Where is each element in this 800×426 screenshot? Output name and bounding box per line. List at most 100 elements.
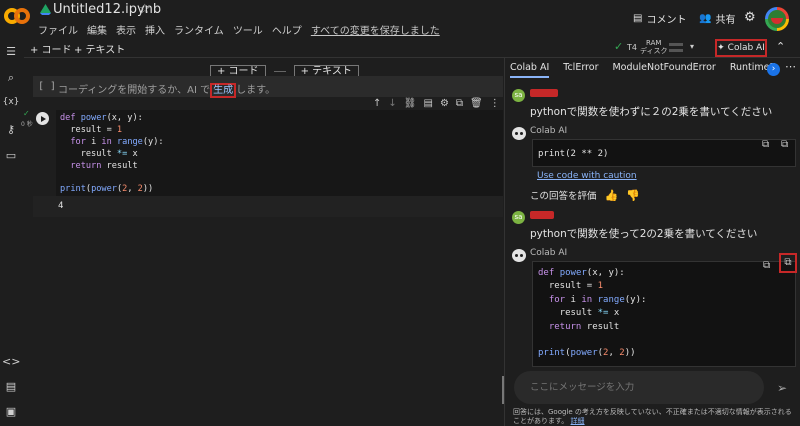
- code-line: return result: [70, 160, 138, 171]
- move-up-icon[interactable]: ↑: [373, 98, 381, 109]
- add-text-button[interactable]: + テキスト: [74, 41, 125, 56]
- star-icon[interactable]: ☆: [139, 2, 151, 17]
- hint-text: コーディングを開始するか、AI で: [58, 85, 211, 96]
- menu-help[interactable]: ヘルプ: [272, 22, 302, 37]
- insert-cell-icon[interactable]: ⧉: [781, 139, 788, 150]
- tab-tclerror[interactable]: TclError: [563, 62, 598, 78]
- search-icon[interactable]: ⌕: [2, 71, 20, 87]
- chevron-up-icon[interactable]: ⌃: [776, 40, 785, 53]
- cell-toolbar: ↑ ↓ ⛓ ▤ ⚙ ⧉ 🗑 ⋮: [373, 98, 500, 109]
- tabs-next-icon[interactable]: ›: [767, 63, 780, 76]
- share-label: 共有: [715, 15, 736, 26]
- menu-insert[interactable]: 挿入: [145, 22, 165, 37]
- more-vert-icon[interactable]: ⋮: [490, 98, 500, 109]
- code-text[interactable]: def power(x, y): result = 1 for i in ran…: [60, 113, 164, 196]
- rate-row: この回答を評価 👍 👎: [530, 188, 640, 203]
- toolbar: [24, 38, 800, 58]
- insert-cell-icon: ⧉: [784, 257, 792, 268]
- menu-tools[interactable]: ツール: [233, 22, 263, 37]
- resource-bars: [669, 43, 683, 52]
- drive-icon: [40, 4, 51, 15]
- comment-button[interactable]: ▤ コメント: [633, 11, 686, 26]
- copy-icon[interactable]: ⧉: [762, 139, 769, 150]
- user-message-2: pythonで関数を使って2の2乗を書いてください: [530, 228, 758, 240]
- code-line: result = 1: [538, 281, 604, 292]
- exec-time: 0 秒: [21, 121, 33, 128]
- code-line: print(power(2, 2)): [60, 184, 154, 195]
- delete-icon[interactable]: 🗑: [470, 98, 483, 109]
- move-down-icon[interactable]: ↓: [388, 98, 396, 109]
- ram-label: RAM: [646, 39, 662, 47]
- ai-name: Colab AI: [530, 126, 568, 136]
- empty-cell-hint: コーディングを開始するか、AI で生成 します。: [58, 81, 276, 98]
- ai-avatar-icon: [512, 127, 526, 140]
- menu-view[interactable]: 表示: [116, 22, 136, 37]
- share-button[interactable]: 👥 共有: [699, 11, 735, 26]
- check-icon: ✓: [614, 40, 624, 53]
- left-rail: ☰ ⌕ {x} ⚷ ▭ <> ▤ ▣: [0, 38, 24, 426]
- insert-cell-button-highlighted[interactable]: ⧉: [779, 253, 797, 273]
- output-area: [33, 196, 503, 217]
- chevron-down-icon[interactable]: ▾: [690, 42, 694, 51]
- tab-colab-ai[interactable]: Colab AI: [510, 62, 550, 78]
- ai-name: Colab AI: [530, 248, 568, 258]
- people-icon: 👥: [699, 13, 712, 24]
- panel-tabs: Colab AI TclError ModuleNotFoundError Ru…: [510, 62, 795, 78]
- sparkle-icon: ✦: [717, 43, 725, 53]
- code-line: return result: [548, 321, 620, 332]
- run-cell-button[interactable]: [36, 112, 49, 125]
- menu-edit[interactable]: 編集: [87, 22, 107, 37]
- terminal-icon[interactable]: ▣: [2, 405, 20, 421]
- folder-icon[interactable]: ▭: [2, 149, 20, 165]
- resource-monitor[interactable]: RAM ディスク: [640, 39, 668, 55]
- copy-icon[interactable]: ⧉: [763, 260, 770, 271]
- panel-scrollbar[interactable]: [502, 376, 504, 404]
- send-icon[interactable]: ➢: [777, 381, 787, 395]
- rate-label: この回答を評価: [530, 191, 597, 202]
- code-line: result *= x: [538, 308, 620, 319]
- colab-ai-button[interactable]: ✦ Colab AI: [715, 39, 767, 57]
- disclaimer: 回答には、Google の考え方を反映していない、不正確または不適切な情報が表示…: [513, 408, 798, 425]
- comment-icon: ▤: [633, 13, 643, 24]
- disclaimer-text: 回答には、Google の考え方を反映していない、不正確または不適切な情報が表示…: [513, 408, 792, 425]
- thumb-down-icon[interactable]: 👎: [626, 189, 640, 202]
- user-avatar: sa: [512, 211, 525, 224]
- message-input[interactable]: [530, 382, 755, 393]
- ai-avatar-icon: [512, 249, 526, 262]
- hint-text-end: します。: [236, 85, 276, 96]
- link-icon[interactable]: ⛓: [404, 98, 417, 109]
- toc-icon[interactable]: ☰: [2, 45, 20, 61]
- redacted-username: [530, 89, 558, 97]
- menu-file[interactable]: ファイル: [38, 22, 78, 37]
- answer-code-1[interactable]: print(2 ** 2): [538, 149, 608, 159]
- colab-logo[interactable]: [4, 5, 30, 27]
- code-line: for i in range(y):: [70, 136, 164, 147]
- gear-icon[interactable]: ⚙: [744, 10, 756, 25]
- command-palette-icon[interactable]: ▤: [2, 380, 20, 396]
- colab-ai-label: Colab AI: [727, 43, 765, 53]
- user-avatar: sa: [512, 89, 525, 102]
- code-line: def power(x, y):: [538, 268, 625, 278]
- mirror-icon[interactable]: ⧉: [456, 98, 463, 109]
- runtime-type: T4: [627, 43, 637, 52]
- comment-cell-icon[interactable]: ▤: [423, 98, 432, 109]
- add-code-button[interactable]: + コード: [30, 41, 72, 56]
- answer-code-2[interactable]: def power(x, y): result = 1 for i in ran…: [538, 267, 646, 361]
- caution-link[interactable]: Use code with caution: [537, 171, 637, 181]
- menu-runtime[interactable]: ランタイム: [174, 22, 224, 37]
- avatar[interactable]: [765, 7, 789, 31]
- thumb-up-icon[interactable]: 👍: [605, 189, 619, 202]
- details-link[interactable]: 詳細: [571, 417, 585, 425]
- tab-modulenotfound[interactable]: ModuleNotFoundError: [612, 62, 715, 78]
- code-line: result = 1: [60, 124, 123, 135]
- variables-icon[interactable]: {x}: [2, 97, 20, 113]
- key-icon[interactable]: ⚷: [2, 123, 20, 139]
- code-line: result *= x: [60, 148, 138, 159]
- saved-status[interactable]: すべての変更を保存しました: [311, 22, 440, 37]
- code-line: for i in range(y):: [548, 294, 647, 305]
- settings-icon[interactable]: ⚙: [440, 98, 449, 109]
- code-snippets-icon[interactable]: <>: [2, 355, 20, 371]
- more-horiz-icon[interactable]: ⋯: [785, 60, 796, 73]
- generate-link[interactable]: 生成: [210, 83, 237, 98]
